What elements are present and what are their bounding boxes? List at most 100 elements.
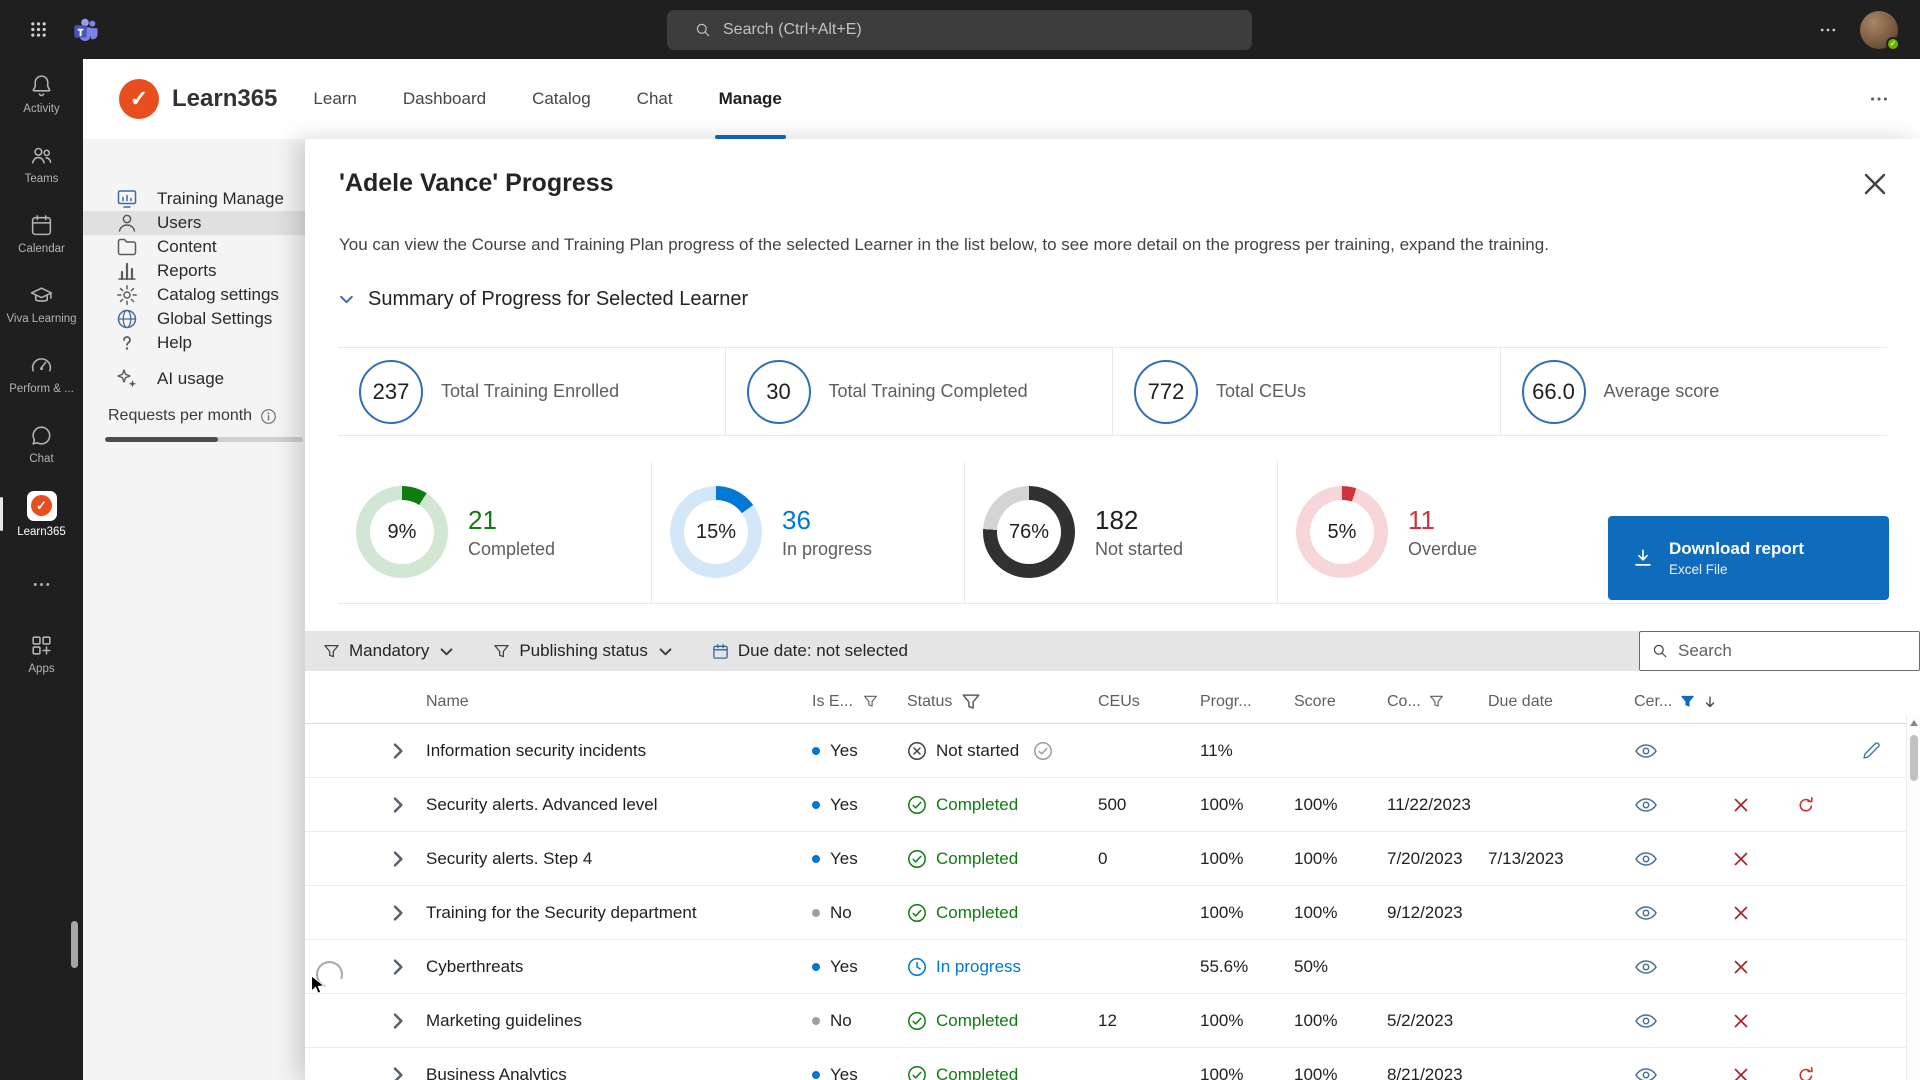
sidebar-item-catalog-settings[interactable]: Catalog settings [83,283,305,307]
retake-button[interactable] [1796,1065,1816,1080]
sidebar-item-global-settings[interactable]: Global Settings [83,307,305,331]
rail-scrollbar[interactable] [71,921,78,968]
delete-button[interactable] [1731,795,1751,815]
stat-label: Average score [1604,381,1720,402]
delete-button[interactable] [1731,957,1751,977]
donut-count: 11 [1408,505,1477,536]
delete-button[interactable] [1731,1065,1751,1080]
column-header-progr[interactable]: Progr... [1200,693,1294,711]
sidebar-item-help[interactable]: Help [83,331,305,355]
due-date-filter-label: Due date: not selected [738,641,908,661]
requests-progress-bar [105,437,303,442]
delete-button[interactable] [1731,903,1751,923]
delete-button[interactable] [1731,849,1751,869]
column-label: Status [907,693,952,711]
expand-chevron-icon[interactable] [388,957,408,977]
column-header-cer[interactable]: Cer... [1616,693,1717,711]
info-icon[interactable] [260,408,277,425]
rail-item-perform[interactable]: Perform & ... [0,339,83,409]
donut-chart-overdue: 5% [1296,486,1388,578]
waffle-menu-icon[interactable] [30,21,47,38]
status-text: Completed [936,849,1018,869]
column-label: CEUs [1098,693,1140,711]
donut-count: 36 [782,505,872,536]
teams-logo-icon[interactable] [73,16,100,43]
teams-search-box[interactable]: Search (Ctrl+Alt+E) [667,10,1252,50]
learn365-brand[interactable]: ✓ Learn365 [119,79,277,119]
filter-funnel-icon [961,692,981,712]
rail-item-more[interactable] [0,549,83,619]
column-header-is-e[interactable]: Is E... [812,693,907,711]
avatar[interactable]: ✓ [1860,11,1898,49]
view-progress-button[interactable] [1634,901,1658,925]
tab-dashboard[interactable]: Dashboard [403,59,486,139]
enrolled-dot-icon [812,747,820,755]
rail-item-label: Teams [25,173,59,185]
rail-item-chat[interactable]: Chat [0,409,83,479]
column-header-name[interactable]: Name [426,693,812,711]
people-icon [29,143,54,168]
scroll-up-icon[interactable] [1910,720,1918,726]
view-progress-button[interactable] [1634,955,1658,979]
edit-button[interactable] [1861,741,1881,761]
rail-item-apps[interactable]: Apps [0,619,83,689]
view-progress-button[interactable] [1634,793,1658,817]
is-enrolled-value: Yes [830,957,858,977]
column-header-status[interactable]: Status [907,692,1098,712]
topbar-more-icon[interactable] [1818,20,1838,40]
table-search-input[interactable] [1678,641,1907,661]
stat-value: 66.0 [1522,360,1586,424]
header-more-icon[interactable] [1868,88,1890,110]
table-scrollbar[interactable] [1906,715,1920,1080]
column-header-ceus[interactable]: CEUs [1098,693,1200,711]
delete-button[interactable] [1731,1011,1751,1031]
training-name: Cyberthreats [426,940,812,994]
donut-not-started: 76% 182 Not started [964,461,1277,603]
tab-chat[interactable]: Chat [637,59,673,139]
rail-item-viva-learning[interactable]: Viva Learning [0,269,83,339]
sidebar-item-ai-usage[interactable]: AI usage [83,367,305,391]
scrollbar-thumb[interactable] [1910,735,1918,781]
publishing-status-filter[interactable]: Publishing status [493,641,674,661]
column-header-due-date[interactable]: Due date [1488,693,1616,711]
bell-icon [29,73,54,98]
sidebar-item-users[interactable]: Users [83,211,305,235]
donut-chart-in-progress: 15% [670,486,762,578]
view-progress-button[interactable] [1634,1009,1658,1033]
summary-collapse-header[interactable]: Summary of Progress for Selected Learner [339,288,1886,311]
expand-chevron-icon[interactable] [388,741,408,761]
view-progress-button[interactable] [1634,847,1658,871]
expand-chevron-icon[interactable] [388,795,408,815]
sidebar-item-label: Catalog settings [157,285,279,305]
sidebar-item-training-manage[interactable]: Training Manage [83,187,305,211]
column-header-co[interactable]: Co... [1387,693,1488,711]
score-value: 100% [1294,1065,1387,1080]
column-header-score[interactable]: Score [1294,693,1387,711]
column-label: Due date [1488,693,1553,711]
view-progress-button[interactable] [1634,739,1658,763]
rail-item-calendar[interactable]: Calendar [0,199,83,269]
view-progress-button[interactable] [1634,1063,1658,1080]
gradcap-icon [29,283,54,308]
close-icon[interactable] [1860,169,1890,199]
rail-item-activity[interactable]: Activity [0,59,83,129]
rail-item-teams[interactable]: Teams [0,129,83,199]
expand-chevron-icon[interactable] [388,1065,408,1080]
retake-button[interactable] [1796,795,1816,815]
sidebar-item-content[interactable]: Content [83,235,305,259]
status-text: In progress [936,957,1021,977]
download-report-button[interactable]: Download report Excel File [1608,516,1889,600]
tab-catalog[interactable]: Catalog [532,59,591,139]
due-date-filter[interactable]: Due date: not selected [712,641,908,661]
sidebar-item-reports[interactable]: Reports [83,259,305,283]
column-label: Name [426,693,469,711]
filter-funnel-icon [1429,694,1444,709]
mandatory-filter[interactable]: Mandatory [323,641,455,661]
enrolled-dot-icon [812,1017,820,1025]
tab-learn[interactable]: Learn [313,59,356,139]
tab-manage[interactable]: Manage [719,59,782,139]
expand-chevron-icon[interactable] [388,1011,408,1031]
rail-item-learn365[interactable]: ✓Learn365 [0,479,83,549]
expand-chevron-icon[interactable] [388,849,408,869]
expand-chevron-icon[interactable] [388,903,408,923]
